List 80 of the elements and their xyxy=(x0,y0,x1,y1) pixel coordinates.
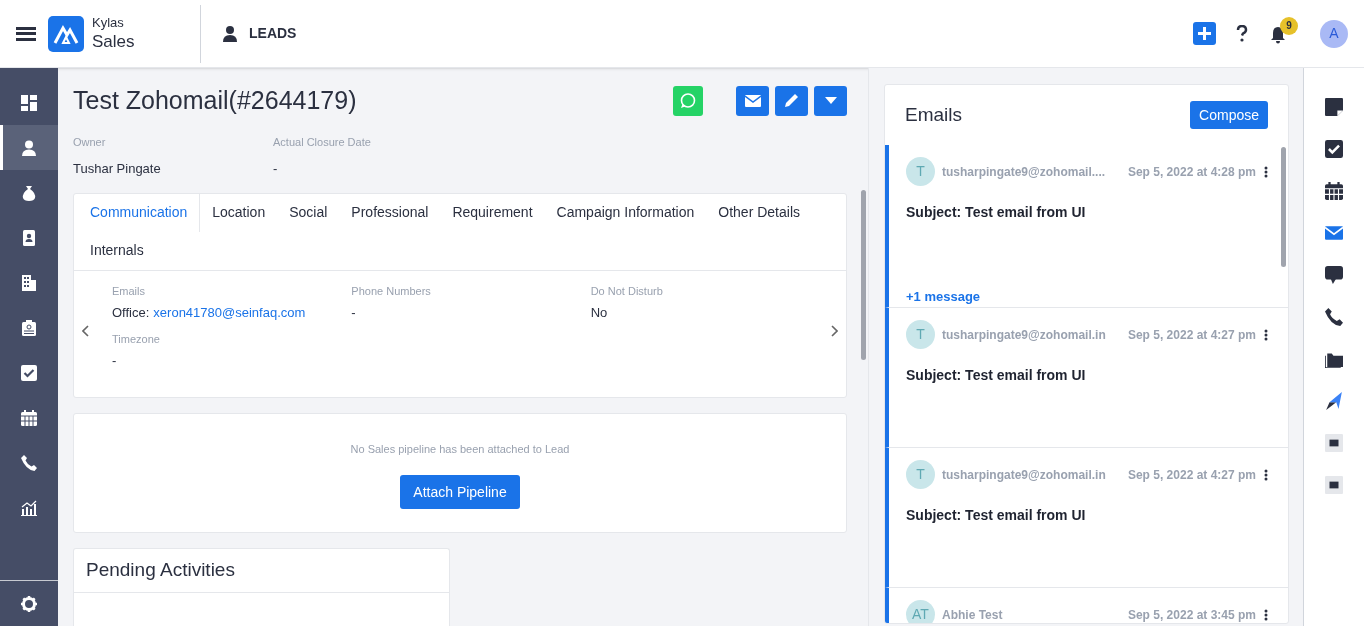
paper-plane-icon[interactable] xyxy=(1325,392,1343,410)
envelope-icon[interactable] xyxy=(1325,224,1343,242)
more-options-icon[interactable] xyxy=(1264,468,1268,481)
image-placeholder-icon[interactable] xyxy=(1325,476,1343,494)
field-label: Actual Closure Date xyxy=(273,134,372,150)
email-subject: Subject: Test email from UI xyxy=(906,366,1087,385)
more-messages-link[interactable]: +1 message xyxy=(906,287,1268,307)
email-link[interactable]: xeron41780@seinfaq.com xyxy=(153,303,306,323)
field-label: Phone Numbers xyxy=(351,283,432,299)
phone-icon[interactable] xyxy=(1325,308,1343,326)
email-date: Sep 5, 2022 at 4:27 pm xyxy=(1127,466,1256,484)
field-value: Tushar Pingate xyxy=(73,160,162,178)
more-options-icon[interactable] xyxy=(1264,328,1268,341)
clipboard-icon xyxy=(21,319,37,336)
envelope-icon xyxy=(744,94,761,107)
card-title: Pending Activities xyxy=(74,548,449,593)
address-book-icon xyxy=(21,229,37,246)
sender-email: Abhie Test xyxy=(942,606,1004,623)
pencil-icon xyxy=(784,93,799,109)
email-date: Sep 5, 2022 at 4:28 pm xyxy=(1127,163,1256,181)
attach-pipeline-button[interactable]: Attach Pipeline xyxy=(400,475,520,509)
module-title: LEADS xyxy=(249,24,297,43)
notification-badge: 9 xyxy=(1280,16,1298,35)
help-icon[interactable] xyxy=(1236,25,1248,42)
bar-chart-icon xyxy=(21,499,37,516)
person-icon xyxy=(223,25,237,42)
plus-icon xyxy=(1198,27,1211,40)
sender-email: tusharpingate9@zohomail.in xyxy=(942,326,1107,344)
chevron-right-icon[interactable] xyxy=(830,324,838,337)
logo-icon xyxy=(48,15,84,52)
money-bag-icon xyxy=(21,184,37,201)
person-icon xyxy=(21,139,37,156)
note-icon[interactable] xyxy=(1325,98,1343,116)
field-value: - xyxy=(112,352,118,370)
more-options-icon[interactable] xyxy=(1264,608,1268,621)
compose-button[interactable]: Compose xyxy=(1190,101,1268,129)
lead-title: Test Zohomail(#2644179) xyxy=(73,85,358,116)
chat-bubble-icon[interactable] xyxy=(1325,266,1343,284)
field-label: Do Not Disturb xyxy=(590,283,664,299)
field-label: Owner xyxy=(73,134,107,150)
email-button[interactable] xyxy=(736,85,769,116)
edit-button[interactable] xyxy=(775,85,808,116)
pipeline-message: No Sales pipeline has been attached to Lead xyxy=(350,441,570,457)
email-subject: Subject: Test email from UI xyxy=(906,203,1087,222)
image-placeholder-icon[interactable] xyxy=(1325,434,1343,452)
panel-title: Emails xyxy=(905,102,963,127)
building-icon xyxy=(21,274,37,291)
sender-avatar: T xyxy=(906,320,935,349)
caret-icon xyxy=(824,97,837,105)
field-label: Emails xyxy=(112,283,146,299)
app-name: Kylas xyxy=(92,14,125,31)
settings-icon[interactable] xyxy=(21,595,37,612)
email-date: Sep 5, 2022 at 4:27 pm xyxy=(1127,326,1256,344)
folders-icon[interactable] xyxy=(1325,350,1343,368)
phone-icon xyxy=(21,454,37,471)
field-value: - xyxy=(273,160,279,178)
chat-bubble-icon xyxy=(680,92,696,109)
dashboard-icon xyxy=(21,94,37,111)
sidebar-item[interactable] xyxy=(0,125,58,170)
sender-avatar: T xyxy=(906,460,935,489)
field-label: Timezone xyxy=(112,331,161,347)
sender-avatar: T xyxy=(906,157,935,186)
email-subject: Subject: Test email from UI xyxy=(906,506,1087,525)
add-button[interactable] xyxy=(1193,22,1216,45)
calendar-icon[interactable] xyxy=(1325,182,1343,200)
bell-icon[interactable] xyxy=(1270,25,1286,44)
product-name: Sales xyxy=(92,31,136,53)
email-date: Sep 5, 2022 at 3:45 pm xyxy=(1127,606,1256,623)
checkbox-icon[interactable] xyxy=(1325,140,1343,158)
dropdown-button[interactable] xyxy=(814,85,847,116)
chevron-left-icon[interactable] xyxy=(82,324,90,337)
checkbox-icon xyxy=(21,364,37,381)
sender-avatar: AT xyxy=(906,600,935,623)
calendar-icon xyxy=(21,409,37,426)
sender-email: tusharpingate9@zohomail.... xyxy=(942,163,1107,181)
field-label: Office: xyxy=(112,304,150,322)
field-value: No xyxy=(590,304,609,322)
more-options-icon[interactable] xyxy=(1264,165,1268,178)
field-value: - xyxy=(351,304,357,322)
sender-email: tusharpingate9@zohomail.in xyxy=(942,466,1107,484)
